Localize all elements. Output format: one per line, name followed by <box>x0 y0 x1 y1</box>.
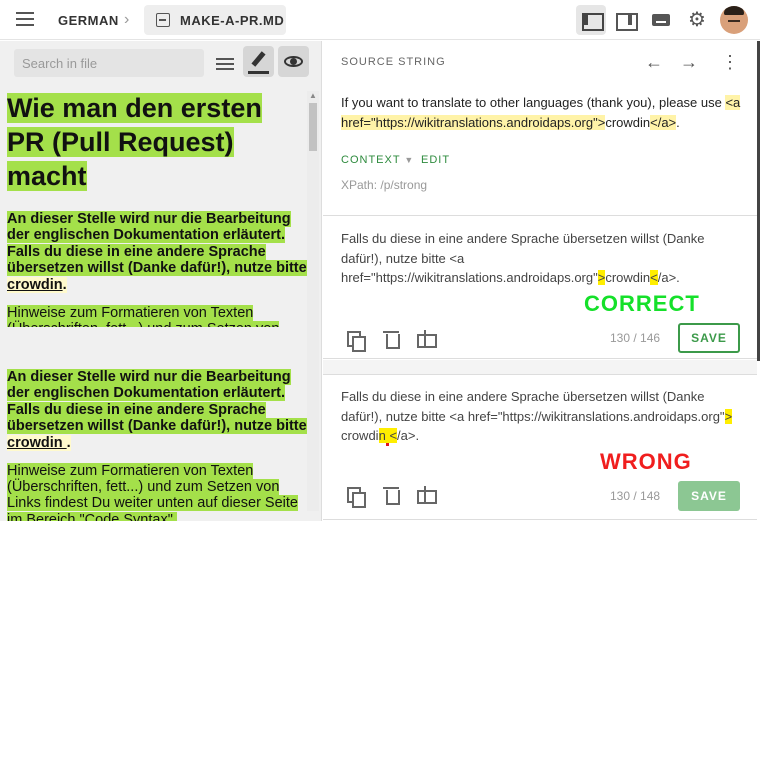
breadcrumb-file[interactable]: MAKE-A-PR.MD <box>144 5 286 35</box>
save-button[interactable]: SAVE <box>678 323 740 353</box>
source-string-panel: SOURCE STRING ← → ⋮ If you want to trans… <box>323 41 757 216</box>
scroll-up-icon[interactable]: ▲ <box>309 91 317 100</box>
source-string-header: SOURCE STRING <box>341 56 446 68</box>
verdict-correct: CORRECT <box>584 291 700 316</box>
source-text: If you want to translate to other langua… <box>341 95 741 130</box>
trash-icon[interactable] <box>381 485 401 505</box>
doc-hint-paragraph-2: Hinweise zum Formatieren von Texten (Übe… <box>7 463 307 521</box>
gear-icon[interactable]: ⚙ <box>682 5 712 35</box>
tab-context[interactable]: CONTEXT ▼ <box>341 154 414 166</box>
scroll-thumb[interactable] <box>309 103 317 151</box>
verdict-wrong: WRONG <box>600 449 692 474</box>
top-bar: GERMAN › MAKE-A-PR.MD ⚙ <box>0 0 760 40</box>
doc-hint-paragraph: Hinweise zum Formatieren von Texten (Übe… <box>7 305 307 327</box>
split-icon[interactable] <box>415 329 437 349</box>
preview-mode-button[interactable] <box>278 46 309 77</box>
keyboard-icon[interactable] <box>646 5 676 35</box>
preview-pane: Wie man den ersten PR (Pull Request) mac… <box>0 41 322 521</box>
arrow-right-icon[interactable]: → <box>680 52 698 73</box>
doc-bold-paragraph: An dieser Stelle wird nur die Bearbeitun… <box>7 211 307 293</box>
breadcrumb-project[interactable]: GERMAN <box>58 13 119 28</box>
search-input[interactable] <box>14 49 204 77</box>
doc-bold-paragraph-2: An dieser Stelle wird nur die Bearbeitun… <box>7 369 307 451</box>
doc-block-duplicate: An dieser Stelle wird nur die Bearbeitun… <box>7 369 307 521</box>
split-icon[interactable] <box>415 485 437 505</box>
chevron-right-icon: › <box>124 11 130 28</box>
translation-text-2[interactable]: Falls du diese in eine andere Sprache üb… <box>341 387 741 446</box>
file-icon <box>156 13 170 27</box>
save-button-2[interactable]: SAVE <box>678 481 740 511</box>
menu-icon[interactable] <box>16 12 34 28</box>
layout-left-panel-icon[interactable] <box>576 5 606 35</box>
document-preview: Wie man den ersten PR (Pull Request) mac… <box>7 91 307 521</box>
doc-block-original: An dieser Stelle wird nur die Bearbeitun… <box>7 211 307 327</box>
doc-heading: Wie man den ersten PR (Pull Request) mac… <box>7 93 262 191</box>
xpath-label: XPath: /p/strong <box>341 178 428 192</box>
copy-source-icon[interactable] <box>345 329 366 352</box>
copy-source-icon[interactable] <box>345 485 366 508</box>
translation-text[interactable]: Falls du diese in eine andere Sprache üb… <box>341 229 741 288</box>
list-icon[interactable] <box>212 49 238 77</box>
tab-edit[interactable]: EDIT <box>421 154 450 166</box>
crowdin-link-2[interactable]: crowdin <box>7 435 67 451</box>
preview-scrollbar[interactable]: ▲ <box>307 91 319 511</box>
avatar[interactable] <box>720 6 748 34</box>
divider <box>323 360 757 374</box>
app: GERMAN › MAKE-A-PR.MD ⚙ Wie man den erst… <box>0 0 760 760</box>
more-vert-icon[interactable]: ⋮ <box>721 52 739 73</box>
file-name: MAKE-A-PR.MD <box>180 13 285 28</box>
char-counter-2: 130 / 148 <box>610 489 661 503</box>
char-counter: 130 / 146 <box>610 331 661 345</box>
trash-icon[interactable] <box>381 329 401 349</box>
pen-icon <box>251 51 266 67</box>
translation-item-2: Falls du diese in eine andere Sprache üb… <box>323 374 757 520</box>
crowdin-link[interactable]: crowdin <box>7 277 63 293</box>
arrow-left-icon[interactable]: ← <box>645 52 663 73</box>
translation-item-1: Falls du diese in eine andere Sprache üb… <box>323 217 757 359</box>
layout-right-panel-icon[interactable] <box>610 5 640 35</box>
edit-mode-button[interactable] <box>243 46 274 77</box>
